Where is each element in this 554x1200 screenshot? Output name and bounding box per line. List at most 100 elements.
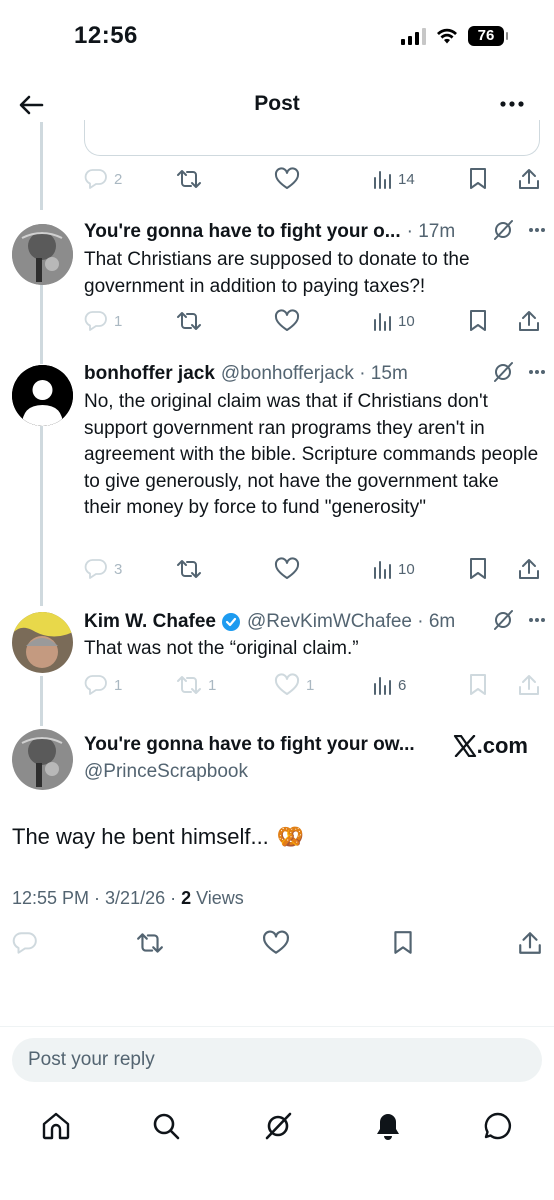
avatar[interactable] bbox=[12, 612, 73, 673]
like-button[interactable] bbox=[274, 306, 300, 336]
more-icon[interactable] bbox=[528, 369, 546, 375]
share-button[interactable] bbox=[518, 670, 540, 700]
more-icon[interactable] bbox=[528, 617, 546, 623]
avatar[interactable] bbox=[12, 365, 73, 426]
reply-icon bbox=[12, 932, 37, 954]
reply-button[interactable]: 2 bbox=[84, 164, 122, 194]
main-post-handle[interactable]: @PrinceScrapbook bbox=[84, 761, 248, 783]
reply-icon bbox=[84, 311, 107, 331]
repost-icon bbox=[137, 933, 163, 953]
reply-button[interactable]: 1 bbox=[84, 670, 122, 700]
share-icon bbox=[519, 675, 539, 695]
reply-button[interactable]: 1 bbox=[84, 306, 122, 336]
views-button[interactable]: 6 bbox=[372, 670, 406, 700]
heart-icon bbox=[274, 557, 300, 579]
like-button[interactable] bbox=[262, 928, 290, 958]
post-text: That Christians are supposed to donate t… bbox=[84, 249, 470, 297]
repost-count: 1 bbox=[208, 676, 217, 694]
views-count: 14 bbox=[398, 170, 415, 188]
share-button[interactable] bbox=[518, 164, 540, 194]
avatar-image bbox=[12, 612, 73, 673]
like-button[interactable] bbox=[274, 554, 300, 584]
reply-icon bbox=[84, 559, 107, 579]
views-count: 6 bbox=[398, 676, 407, 694]
bookmark-icon bbox=[394, 931, 412, 954]
grok-icon[interactable] bbox=[262, 1110, 294, 1142]
repost-icon bbox=[177, 560, 201, 578]
bookmark-button[interactable] bbox=[468, 670, 488, 700]
x-logo-icon bbox=[453, 735, 476, 757]
grok-icon[interactable] bbox=[492, 219, 514, 241]
reply-icon bbox=[84, 169, 107, 189]
repost-button[interactable] bbox=[176, 164, 202, 194]
reply-input[interactable]: Post your reply bbox=[28, 1038, 155, 1082]
home-icon[interactable] bbox=[40, 1110, 72, 1142]
author-name[interactable]: Kim W. Chafee bbox=[84, 611, 216, 633]
more-icon[interactable] bbox=[528, 227, 546, 233]
reply-count: 3 bbox=[114, 560, 123, 578]
main-post-author-name[interactable]: You're gonna have to fight your ow... bbox=[84, 734, 415, 756]
share-button[interactable] bbox=[518, 554, 540, 584]
bookmark-button[interactable] bbox=[392, 928, 414, 958]
share-button[interactable] bbox=[518, 306, 540, 336]
reply-count: 2 bbox=[114, 170, 123, 188]
main-post-body: The way he bent himself... bbox=[12, 824, 269, 849]
main-post-actions bbox=[12, 928, 542, 958]
main-post-avatar[interactable] bbox=[12, 729, 73, 790]
share-button[interactable] bbox=[518, 928, 542, 958]
heart-icon bbox=[274, 167, 300, 189]
analytics-icon bbox=[374, 313, 391, 331]
bookmark-button[interactable] bbox=[468, 554, 488, 584]
repost-button[interactable] bbox=[136, 928, 164, 958]
bottom-nav bbox=[0, 1100, 554, 1150]
views-count: 2 bbox=[181, 888, 192, 908]
views-button[interactable]: 10 bbox=[372, 306, 415, 336]
like-button[interactable]: 1 bbox=[274, 670, 314, 700]
pretzel-emoji: 🥨 bbox=[276, 824, 305, 849]
bookmark-icon bbox=[470, 674, 486, 695]
reply-button[interactable]: 3 bbox=[84, 554, 122, 584]
bookmark-icon bbox=[470, 310, 486, 331]
thread-line bbox=[40, 676, 43, 726]
grok-icon[interactable] bbox=[492, 609, 514, 631]
page-title: Post bbox=[254, 92, 300, 115]
notifications-bell-icon[interactable] bbox=[372, 1110, 404, 1142]
reply-composer[interactable]: Post your reply bbox=[12, 1038, 542, 1082]
share-icon bbox=[519, 169, 539, 189]
post-header-icons bbox=[492, 219, 546, 241]
author-name[interactable]: bonhoffer jack bbox=[84, 363, 215, 385]
analytics-icon bbox=[374, 677, 391, 695]
post-header: You're gonna have to fight your o... · 1… bbox=[84, 219, 544, 245]
quoted-post-card[interactable] bbox=[84, 120, 540, 156]
views-label: Views bbox=[191, 888, 244, 908]
grok-icon[interactable] bbox=[492, 361, 514, 383]
analytics-icon bbox=[374, 561, 391, 579]
views-count: 10 bbox=[398, 312, 415, 330]
bookmark-button[interactable] bbox=[468, 306, 488, 336]
search-icon[interactable] bbox=[150, 1110, 182, 1142]
status-bar: 12:56 76 bbox=[0, 0, 554, 74]
status-indicators: 76 bbox=[401, 26, 508, 46]
post-header: Kim W. Chafee @RevKimWChafee · 6m bbox=[84, 609, 544, 635]
post-actions: 2 14 bbox=[84, 164, 544, 194]
more-options-icon[interactable] bbox=[498, 92, 526, 116]
repost-button[interactable]: 1 bbox=[176, 670, 216, 700]
like-button[interactable] bbox=[274, 164, 300, 194]
author-name[interactable]: You're gonna have to fight your o... bbox=[84, 221, 401, 243]
reply-button[interactable] bbox=[12, 928, 38, 958]
thread-post[interactable]: bonhoffer jack @bonhofferjack · 15m No, … bbox=[0, 361, 554, 561]
thread-post[interactable]: Kim W. Chafee @RevKimWChafee · 6m That w… bbox=[0, 609, 554, 673]
messages-icon[interactable] bbox=[482, 1110, 514, 1142]
bookmark-button[interactable] bbox=[468, 164, 488, 194]
avatar-image bbox=[12, 729, 73, 790]
repost-button[interactable] bbox=[176, 554, 202, 584]
repost-button[interactable] bbox=[176, 306, 202, 336]
post-timestamp[interactable]: 12:55 PM · 3/21/26 · bbox=[12, 888, 181, 908]
views-button[interactable]: 14 bbox=[372, 164, 415, 194]
views-count: 10 bbox=[398, 560, 415, 578]
like-count: 1 bbox=[306, 676, 315, 694]
avatar[interactable] bbox=[12, 224, 73, 285]
x-com-text: .com bbox=[476, 733, 528, 758]
post-text: That was not the “original claim.” bbox=[84, 638, 359, 659]
views-button[interactable]: 10 bbox=[372, 554, 415, 584]
